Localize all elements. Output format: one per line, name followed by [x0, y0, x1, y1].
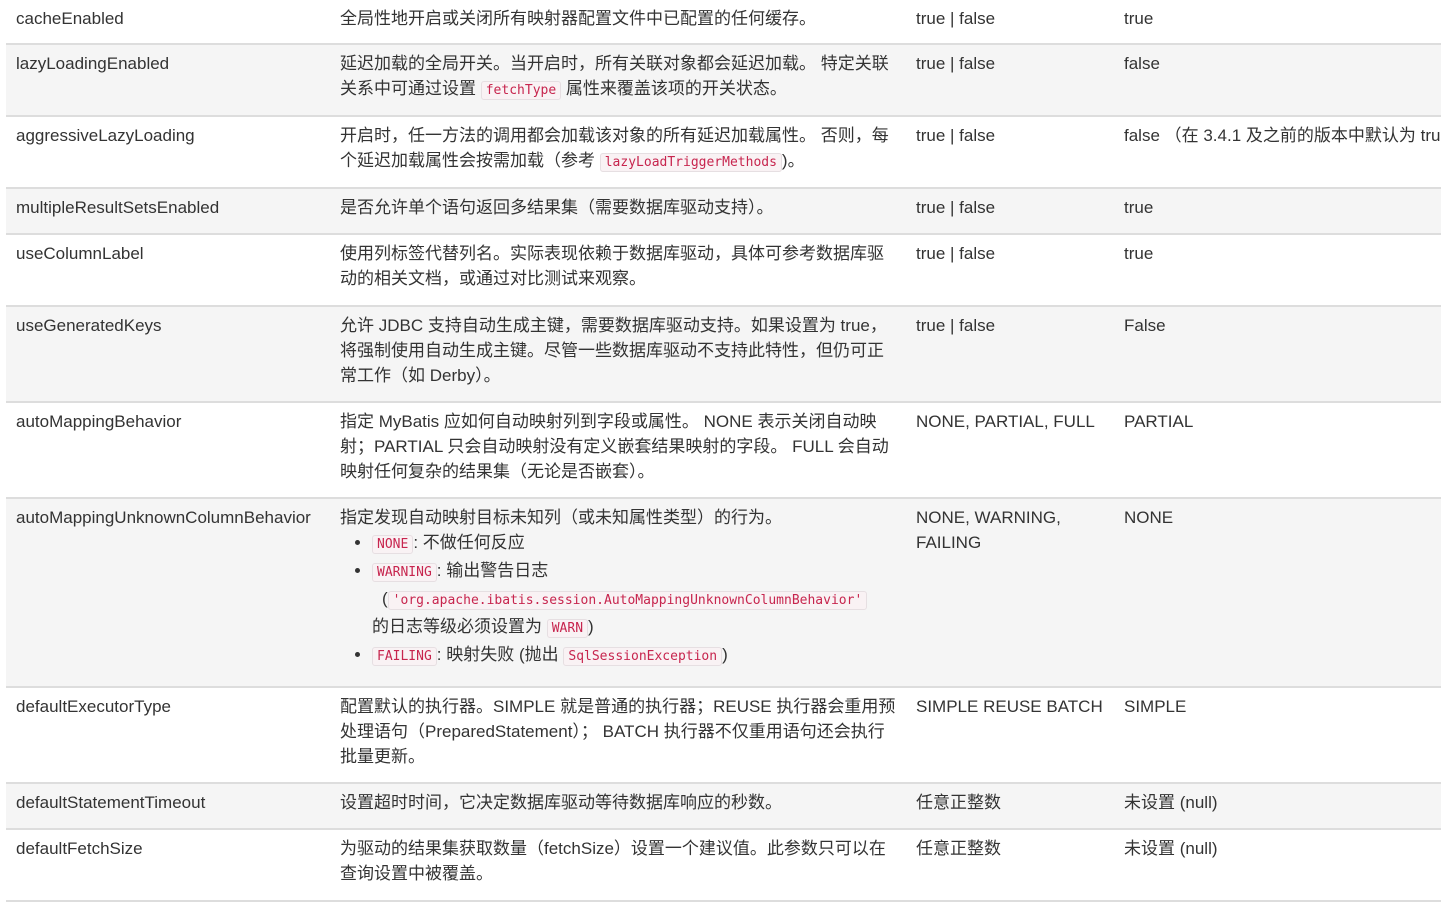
setting-valid-values: true | false: [906, 44, 1114, 117]
inline-code: WARN: [546, 619, 589, 638]
list-item: WARNING: 输出警告日志 ('org.apache.ibatis.sess…: [372, 558, 896, 642]
setting-name: multipleResultSetsEnabled: [6, 188, 330, 235]
inline-code: FAILING: [372, 647, 437, 666]
setting-valid-values: true | false: [906, 188, 1114, 235]
inline-code: lazyLoadTriggerMethods: [599, 153, 782, 172]
setting-default: PARTIAL: [1114, 402, 1441, 499]
setting-description: 为驱动的结果集获取数量（fetchSize）设置一个建议值。此参数只可以在查询设…: [330, 829, 906, 902]
description-text: 属性来覆盖该项的开关状态。: [565, 79, 787, 98]
setting-valid-values: true | false: [906, 234, 1114, 307]
setting-description: 配置默认的执行器。SIMPLE 就是普通的执行器；REUSE 执行器会重用预处理…: [330, 687, 906, 784]
setting-description: 开启时，任一方法的调用都会加载该对象的所有延迟加载属性。 否则，每个延迟加载属性…: [330, 116, 906, 189]
option-text: : 不做任何反应: [413, 533, 525, 552]
setting-valid-values: true | false: [906, 306, 1114, 403]
setting-default: NONE: [1114, 498, 1441, 688]
setting-description: 全局性地开启或关闭所有映射器配置文件中已配置的任何缓存。: [330, 0, 906, 45]
setting-valid-values: true | false: [906, 0, 1114, 45]
option-text: : 映射失败 (抛出: [436, 645, 559, 664]
setting-name: defaultExecutorType: [6, 687, 330, 784]
inline-code: WARNING: [372, 563, 437, 582]
setting-name: defaultStatementTimeout: [6, 783, 330, 830]
setting-name: lazyLoadingEnabled: [6, 44, 330, 117]
table-row: defaultStatementTimeout 设置超时时间，它决定数据库驱动等…: [6, 783, 1441, 830]
setting-description: 指定发现自动映射目标未知列（或未知属性类型）的行为。 NONE: 不做任何反应 …: [330, 498, 906, 688]
option-text: (: [382, 589, 388, 608]
table-row: useColumnLabel 使用列标签代替列名。实际表现依赖于数据库驱动，具体…: [6, 234, 1441, 307]
inline-code: 'org.apache.ibatis.session.AutoMappingUn…: [387, 591, 868, 610]
setting-default: 未设置 (null): [1114, 829, 1441, 902]
table-row: autoMappingBehavior 指定 MyBatis 应如何自动映射列到…: [6, 402, 1441, 499]
setting-valid-values: SIMPLE REUSE BATCH: [906, 687, 1114, 784]
settings-table-container: cacheEnabled 全局性地开启或关闭所有映射器配置文件中已配置的任何缓存…: [6, 0, 1441, 902]
setting-default: false （在 3.4.1 及之前的版本中默认为 true）: [1114, 116, 1441, 189]
table-row: defaultFetchSize 为驱动的结果集获取数量（fetchSize）设…: [6, 829, 1441, 902]
setting-description: 设置超时时间，它决定数据库驱动等待数据库响应的秒数。: [330, 783, 906, 830]
setting-name: aggressiveLazyLoading: [6, 116, 330, 189]
setting-default: true: [1114, 0, 1441, 45]
inline-code: fetchType: [480, 81, 562, 100]
setting-default: true: [1114, 188, 1441, 235]
behavior-options-list: NONE: 不做任何反应 WARNING: 输出警告日志 ('org.apach…: [340, 530, 896, 670]
description-text: )。: [781, 151, 805, 170]
list-item: FAILING: 映射失败 (抛出 SqlSessionException): [372, 642, 896, 670]
setting-name: defaultFetchSize: [6, 829, 330, 902]
setting-description: 使用列标签代替列名。实际表现依赖于数据库驱动，具体可参考数据库驱动的相关文档，或…: [330, 234, 906, 307]
description-text: 指定发现自动映射目标未知列（或未知属性类型）的行为。: [340, 508, 782, 527]
table-row: cacheEnabled 全局性地开启或关闭所有映射器配置文件中已配置的任何缓存…: [6, 0, 1441, 45]
setting-default: False: [1114, 306, 1441, 403]
setting-name: useColumnLabel: [6, 234, 330, 307]
table-row: aggressiveLazyLoading 开启时，任一方法的调用都会加载该对象…: [6, 116, 1441, 189]
setting-description: 延迟加载的全局开关。当开启时，所有关联对象都会延迟加载。 特定关联关系中可通过设…: [330, 44, 906, 117]
option-text: ): [722, 645, 728, 664]
setting-default: true: [1114, 234, 1441, 307]
setting-description: 指定 MyBatis 应如何自动映射列到字段或属性。 NONE 表示关闭自动映射…: [330, 402, 906, 499]
option-text: ): [588, 617, 594, 636]
setting-valid-values: NONE, WARNING, FAILING: [906, 498, 1114, 688]
setting-default: false: [1114, 44, 1441, 117]
setting-description: 是否允许单个语句返回多结果集（需要数据库驱动支持）。: [330, 188, 906, 235]
setting-description: 允许 JDBC 支持自动生成主键，需要数据库驱动支持。如果设置为 true，将强…: [330, 306, 906, 403]
setting-name: autoMappingUnknownColumnBehavior: [6, 498, 330, 688]
setting-name: useGeneratedKeys: [6, 306, 330, 403]
table-row: multipleResultSetsEnabled 是否允许单个语句返回多结果集…: [6, 188, 1441, 235]
setting-valid-values: 任意正整数: [906, 829, 1114, 902]
option-text: : 输出警告日志: [436, 561, 549, 580]
option-text: 的日志等级必须设置为: [372, 617, 542, 636]
setting-valid-values: 任意正整数: [906, 783, 1114, 830]
settings-table: cacheEnabled 全局性地开启或关闭所有映射器配置文件中已配置的任何缓存…: [6, 0, 1441, 902]
table-row: defaultExecutorType 配置默认的执行器。SIMPLE 就是普通…: [6, 687, 1441, 784]
list-item: NONE: 不做任何反应: [372, 530, 896, 558]
inline-code: NONE: [372, 535, 414, 554]
setting-name: autoMappingBehavior: [6, 402, 330, 499]
setting-default: 未设置 (null): [1114, 783, 1441, 830]
setting-valid-values: true | false: [906, 116, 1114, 189]
setting-valid-values: NONE, PARTIAL, FULL: [906, 402, 1114, 499]
table-row: useGeneratedKeys 允许 JDBC 支持自动生成主键，需要数据库驱…: [6, 306, 1441, 403]
setting-default: SIMPLE: [1114, 687, 1441, 784]
setting-name: cacheEnabled: [6, 0, 330, 45]
inline-code: SqlSessionException: [563, 647, 723, 666]
table-row: autoMappingUnknownColumnBehavior 指定发现自动映…: [6, 498, 1441, 688]
table-row: lazyLoadingEnabled 延迟加载的全局开关。当开启时，所有关联对象…: [6, 44, 1441, 117]
